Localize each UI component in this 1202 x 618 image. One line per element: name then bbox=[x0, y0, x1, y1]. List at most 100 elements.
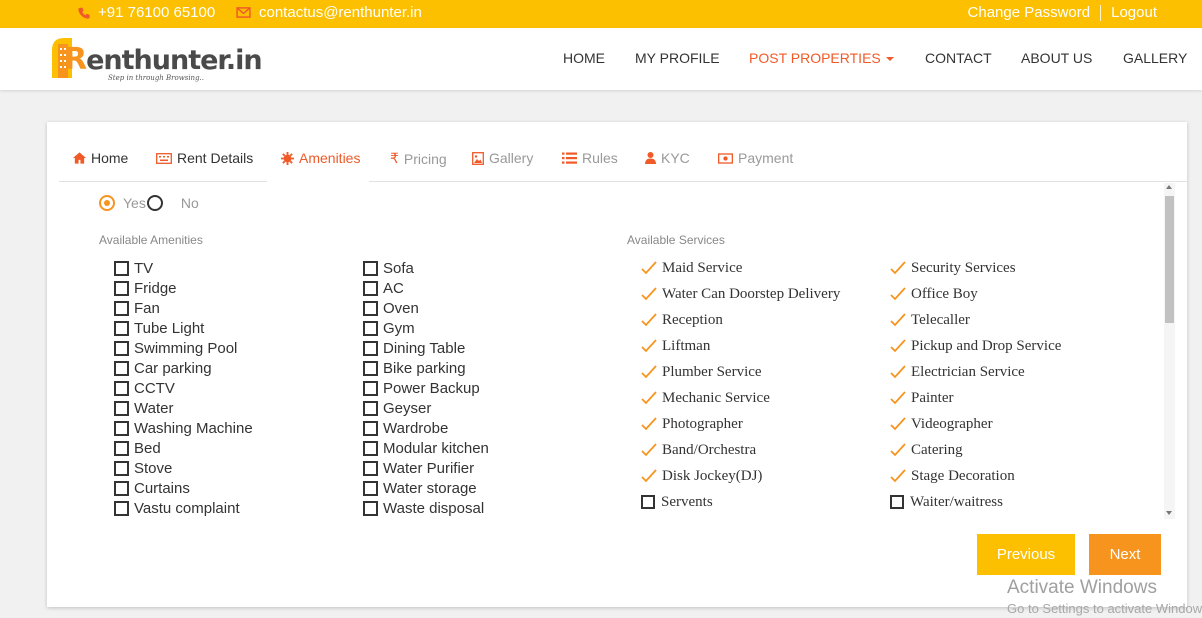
amenity-item[interactable]: Fan bbox=[114, 298, 253, 318]
amenity-checkbox[interactable] bbox=[363, 420, 378, 436]
amenity-item[interactable]: Geyser bbox=[363, 398, 489, 418]
amenity-checkbox[interactable] bbox=[114, 500, 129, 516]
amenity-item[interactable]: Bike parking bbox=[363, 358, 489, 378]
service-item[interactable]: Reception bbox=[641, 307, 840, 333]
checkmark-icon[interactable] bbox=[641, 286, 657, 302]
service-item[interactable]: Office Boy bbox=[890, 281, 1061, 307]
nav-about-us[interactable]: ABOUT US bbox=[1021, 50, 1092, 66]
checkmark-icon[interactable] bbox=[641, 364, 657, 380]
amenity-item[interactable]: Swimming Pool bbox=[114, 338, 253, 358]
scroll-down-arrow-icon[interactable] bbox=[1166, 511, 1172, 515]
checkmark-icon[interactable] bbox=[641, 468, 657, 484]
amenity-checkbox[interactable] bbox=[363, 320, 378, 336]
amenity-checkbox[interactable] bbox=[114, 460, 129, 476]
logout-link[interactable]: Logout bbox=[1111, 4, 1157, 21]
amenity-checkbox[interactable] bbox=[363, 360, 378, 376]
service-item[interactable]: Servents bbox=[641, 489, 840, 515]
amenity-checkbox[interactable] bbox=[363, 380, 378, 396]
amenity-checkbox[interactable] bbox=[114, 360, 129, 376]
amenity-checkbox[interactable] bbox=[363, 480, 378, 496]
service-item[interactable]: Water Can Doorstep Delivery bbox=[641, 281, 840, 307]
service-item[interactable]: Painter bbox=[890, 385, 1061, 411]
scrollbar-thumb[interactable] bbox=[1165, 196, 1174, 323]
amenity-item[interactable]: Water storage bbox=[363, 478, 489, 498]
nav-home[interactable]: HOME bbox=[563, 50, 605, 66]
nav-gallery[interactable]: GALLERY bbox=[1123, 50, 1187, 66]
amenity-checkbox[interactable] bbox=[114, 440, 129, 456]
tab-payment[interactable]: Payment bbox=[718, 150, 793, 166]
service-item[interactable]: Security Services bbox=[890, 255, 1061, 281]
amenity-item[interactable]: TV bbox=[114, 258, 253, 278]
amenity-checkbox[interactable] bbox=[114, 400, 129, 416]
amenity-checkbox[interactable] bbox=[363, 260, 378, 276]
amenity-item[interactable]: Tube Light bbox=[114, 318, 253, 338]
amenity-item[interactable]: Oven bbox=[363, 298, 489, 318]
tab-rent-details[interactable]: Rent Details bbox=[156, 150, 253, 166]
amenity-item[interactable]: Waste disposal bbox=[363, 498, 489, 518]
amenity-item[interactable]: Car parking bbox=[114, 358, 253, 378]
service-item[interactable]: Photographer bbox=[641, 411, 840, 437]
nav-contact[interactable]: CONTACT bbox=[925, 50, 992, 66]
amenity-checkbox[interactable] bbox=[114, 280, 129, 296]
change-password-link[interactable]: Change Password bbox=[968, 4, 1091, 21]
tab-pricing[interactable]: ₹ Pricing bbox=[390, 150, 447, 167]
service-item[interactable]: Liftman bbox=[641, 333, 840, 359]
amenity-item[interactable]: Bed bbox=[114, 438, 253, 458]
service-item[interactable]: Catering bbox=[890, 437, 1061, 463]
nav-post-properties[interactable]: POST PROPERTIES bbox=[749, 50, 894, 66]
tab-amenities[interactable]: Amenities bbox=[281, 150, 360, 166]
previous-button[interactable]: Previous bbox=[977, 534, 1075, 575]
amenity-checkbox[interactable] bbox=[114, 480, 129, 496]
checkmark-icon[interactable] bbox=[641, 416, 657, 432]
amenity-checkbox[interactable] bbox=[363, 340, 378, 356]
service-item[interactable]: Electrician Service bbox=[890, 359, 1061, 385]
amenity-item[interactable]: Fridge bbox=[114, 278, 253, 298]
email-contact[interactable]: contactus@renthunter.in bbox=[236, 4, 422, 21]
amenity-checkbox[interactable] bbox=[114, 320, 129, 336]
amenity-checkbox[interactable] bbox=[114, 260, 129, 276]
service-checkbox[interactable] bbox=[890, 495, 904, 509]
checkmark-icon[interactable] bbox=[641, 442, 657, 458]
amenity-item[interactable]: Gym bbox=[363, 318, 489, 338]
checkmark-icon[interactable] bbox=[890, 260, 906, 276]
service-item[interactable]: Waiter/waitress bbox=[890, 489, 1061, 515]
checkmark-icon[interactable] bbox=[890, 286, 906, 302]
tab-kyc[interactable]: KYC bbox=[645, 150, 690, 166]
amenity-item[interactable]: Curtains bbox=[114, 478, 253, 498]
tab-gallery[interactable]: Gallery bbox=[472, 150, 533, 166]
amenity-item[interactable]: Vastu complaint bbox=[114, 498, 253, 518]
checkmark-icon[interactable] bbox=[890, 390, 906, 406]
checkmark-icon[interactable] bbox=[890, 338, 906, 354]
phone-contact[interactable]: +91 76100 65100 bbox=[78, 4, 215, 21]
service-item[interactable]: Videographer bbox=[890, 411, 1061, 437]
tab-home[interactable]: Home bbox=[73, 150, 128, 166]
amenity-checkbox[interactable] bbox=[363, 280, 378, 296]
amenity-item[interactable]: Wardrobe bbox=[363, 418, 489, 438]
tab-rules[interactable]: Rules bbox=[562, 150, 618, 166]
checkmark-icon[interactable] bbox=[890, 416, 906, 432]
site-logo[interactable]: Renthunter.in Step in through Browsing.. bbox=[46, 32, 263, 88]
service-item[interactable]: Plumber Service bbox=[641, 359, 840, 385]
checkmark-icon[interactable] bbox=[890, 468, 906, 484]
amenity-item[interactable]: Water Purifier bbox=[363, 458, 489, 478]
checkmark-icon[interactable] bbox=[641, 312, 657, 328]
amenity-checkbox[interactable] bbox=[363, 460, 378, 476]
service-item[interactable]: Band/Orchestra bbox=[641, 437, 840, 463]
checkmark-icon[interactable] bbox=[641, 390, 657, 406]
checkmark-icon[interactable] bbox=[641, 260, 657, 276]
checkmark-icon[interactable] bbox=[890, 442, 906, 458]
amenity-item[interactable]: Sofa bbox=[363, 258, 489, 278]
checkmark-icon[interactable] bbox=[641, 338, 657, 354]
amenity-checkbox[interactable] bbox=[363, 500, 378, 516]
next-button[interactable]: Next bbox=[1089, 534, 1161, 575]
amenity-checkbox[interactable] bbox=[363, 300, 378, 316]
amenity-item[interactable]: Power Backup bbox=[363, 378, 489, 398]
amenity-item[interactable]: CCTV bbox=[114, 378, 253, 398]
amenity-item[interactable]: Washing Machine bbox=[114, 418, 253, 438]
service-item[interactable]: Pickup and Drop Service bbox=[890, 333, 1061, 359]
checkmark-icon[interactable] bbox=[890, 364, 906, 380]
service-item[interactable]: Stage Decoration bbox=[890, 463, 1061, 489]
checkmark-icon[interactable] bbox=[890, 312, 906, 328]
amenity-checkbox[interactable] bbox=[363, 440, 378, 456]
scroll-up-arrow-icon[interactable] bbox=[1166, 185, 1172, 189]
